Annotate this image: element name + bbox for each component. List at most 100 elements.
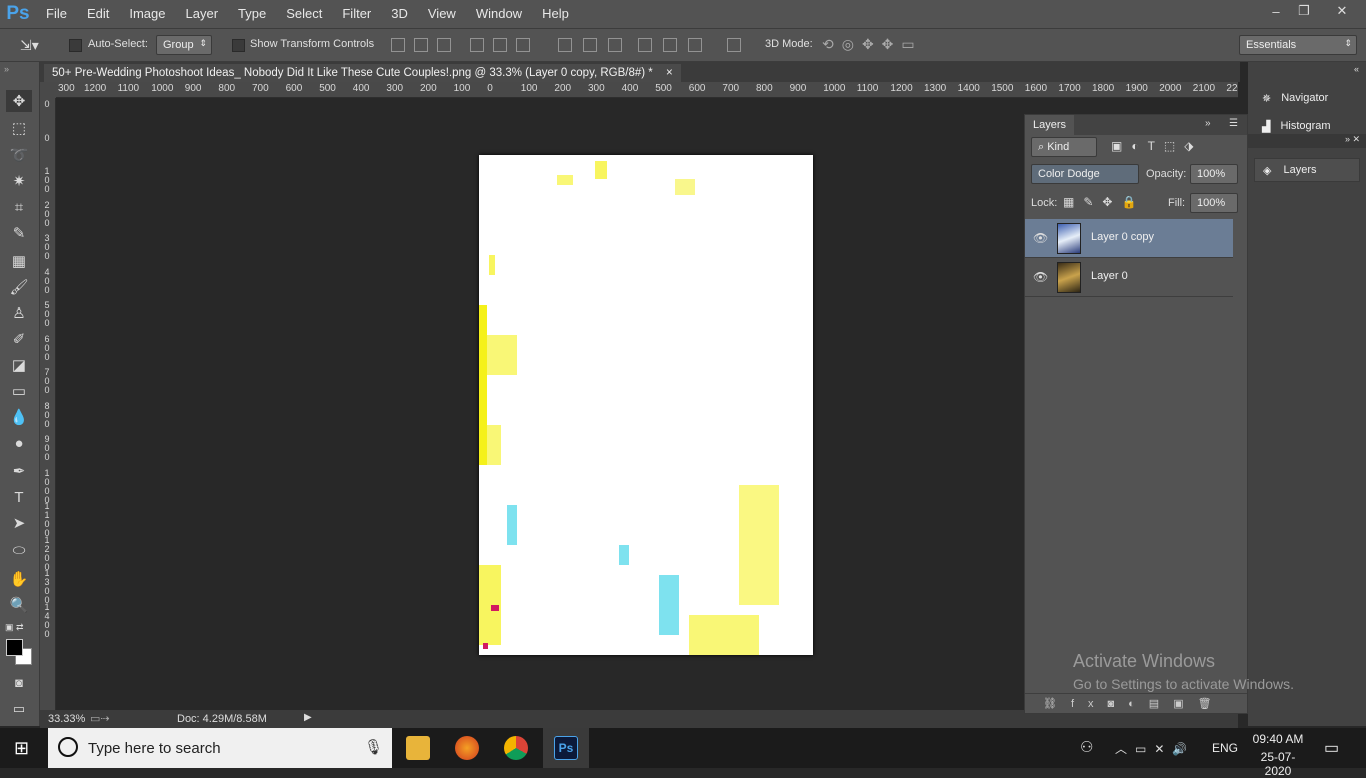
menu-image[interactable]: Image [119,0,175,28]
move-tool-preset-icon[interactable]: ⇲▾ [20,37,39,54]
menu-file[interactable]: File [36,0,77,28]
zoom-tool-icon[interactable]: 🔍 [6,594,32,616]
blend-mode-dropdown[interactable]: Color Dodge [1031,164,1139,184]
dodge-tool-icon[interactable]: ● [6,432,32,454]
align-top-icon[interactable] [391,38,405,52]
workspace-dropdown[interactable]: Essentials ⇕ [1239,35,1357,55]
auto-select-dropdown[interactable]: Group ⇕ [156,35,212,55]
visibility-eye-icon[interactable]: 👁 [1033,231,1048,245]
chrome-icon[interactable] [504,736,528,760]
align-right-icon[interactable] [516,38,530,52]
panel-menu-icon[interactable]: ☰ [1229,118,1238,129]
auto-select-checkbox[interactable] [69,39,82,52]
navigator-panel-button[interactable]: ✵ Navigator [1254,86,1360,110]
align-vcenter-icon[interactable] [414,38,428,52]
ruler-tick-label: 1000 [44,467,50,505]
collapse-toolbar-icon[interactable]: » [4,64,9,74]
menu-select[interactable]: Select [276,0,332,28]
menu-layer[interactable]: Layer [176,0,229,28]
distribute-hcenter-icon[interactable] [663,38,677,52]
menu-window[interactable]: Window [466,0,532,28]
zoom-level[interactable]: 33.33% [48,713,85,725]
layers-panel-button[interactable]: ◈ Layers [1254,158,1360,182]
filter-type-icons[interactable]: ▣◐T⬚⬗ [1111,139,1202,153]
crop-tool-icon[interactable]: ⌗ [6,196,32,218]
foreground-color-swatch[interactable] [6,639,23,656]
hand-tool-icon[interactable]: ✋ [6,568,32,590]
taskbar-search-box[interactable]: Type here to search 🎙 [48,728,392,768]
opacity-field[interactable]: 100% [1190,164,1238,184]
path-selection-icon[interactable]: ➤ [6,512,32,534]
windows-start-icon[interactable]: ⊞ [14,738,29,759]
lasso-tool-icon[interactable]: ➰ [6,144,32,166]
ellipse-tool-icon[interactable]: ⬭ [6,539,32,561]
file-explorer-icon[interactable] [406,736,430,760]
distribute-bottom-icon[interactable] [608,38,622,52]
default-colors-icon[interactable]: ▣ ⇄ [5,622,24,633]
brush-tool-icon[interactable]: 🖌 [6,276,32,298]
magic-wand-icon[interactable]: ✷ [6,170,32,192]
document-canvas[interactable] [479,155,813,655]
language-indicator[interactable]: ENG [1212,741,1238,755]
ruler-origin[interactable] [40,82,56,98]
show-transform-checkbox[interactable] [232,39,245,52]
menu-type[interactable]: Type [228,0,276,28]
distribute-top-icon[interactable] [558,38,572,52]
layers-dock-label: Layers [1283,164,1317,176]
microphone-icon[interactable]: 🎙 [364,738,383,756]
tray-icons[interactable]: ︿▭✕🔊 [1115,740,1195,757]
quick-mask-icon[interactable]: ◙ [6,671,32,693]
blur-tool-icon[interactable]: 💧 [6,406,32,428]
collapse-dock-icon[interactable]: « [1354,64,1359,74]
layers-stack-icon: ◈ [1263,164,1272,177]
gradient-tool-icon[interactable]: ▭ [6,380,32,402]
healing-brush-icon[interactable]: ▦ [6,250,32,272]
marquee-tool-icon[interactable]: ⬚ [6,117,32,139]
distribute-vcenter-icon[interactable] [583,38,597,52]
canvas-area[interactable] [56,98,1024,710]
notification-icon[interactable]: ▭ [1324,738,1339,758]
fill-field[interactable]: 100% [1190,193,1238,213]
type-tool-icon[interactable]: T [6,486,32,508]
menu-edit[interactable]: Edit [77,0,119,28]
status-menu-arrow-icon[interactable]: ▶ [304,712,312,723]
move-tool-icon[interactable]: ✥ [6,90,32,112]
close-tab-button[interactable]: × [666,67,673,79]
menu-3d[interactable]: 3D [381,0,418,28]
eraser-icon[interactable]: ◪ [6,354,32,376]
clock[interactable]: 09:40 AM 25-07-2020 [1252,732,1304,778]
filter-kind-dropdown[interactable]: ⌕ Kind [1031,137,1097,157]
menu-filter[interactable]: Filter [332,0,381,28]
horizontal-ruler[interactable]: 300 1200 1100 1000 900 800 700 600 500 400 300 200 1… [56,82,1238,98]
people-icon[interactable]: ⚇ [1080,738,1093,756]
collapse-panel-icon[interactable]: » [1205,118,1211,129]
visibility-eye-icon[interactable]: 👁 [1033,270,1048,284]
close-window-button[interactable]: ✕ [1322,0,1362,22]
clone-stamp-icon[interactable]: ♙ [6,302,32,324]
layer-actions-bar[interactable]: ⛓fx◙◐▤▣🗑 [1025,693,1247,713]
align-bottom-icon[interactable] [437,38,451,52]
lock-icons[interactable]: ▦✎✥🔒 [1063,195,1145,209]
auto-align-icon[interactable] [727,38,741,52]
menu-help[interactable]: Help [532,0,579,28]
3d-mode-icons[interactable]: ⟲◎✥✥▭ [822,36,923,53]
distribute-left-icon[interactable] [638,38,652,52]
layers-tab[interactable]: Layers [1025,115,1075,135]
menu-view[interactable]: View [418,0,466,28]
align-left-icon[interactable] [470,38,484,52]
eyedropper-icon[interactable]: ✎ [6,222,32,244]
firefox-icon[interactable] [455,736,479,760]
layer-row-layer-0[interactable]: 👁 Layer 0 [1025,258,1233,297]
pen-tool-icon[interactable]: ✒ [6,460,32,482]
distribute-right-icon[interactable] [688,38,702,52]
history-brush-icon[interactable]: ✐ [6,328,32,350]
status-options-icon[interactable]: ▭⇢ [90,712,110,725]
screen-mode-icon[interactable]: ▭ [6,698,32,720]
layer-row-layer-0-copy[interactable]: 👁 Layer 0 copy [1025,219,1233,258]
document-tab[interactable]: 50+ Pre-Wedding Photoshoot Ideas_ Nobody… [44,64,681,82]
minimize-button[interactable]: – [1262,0,1290,22]
align-hcenter-icon[interactable] [493,38,507,52]
photoshop-taskbar-icon[interactable]: Ps [554,736,578,760]
vertical-ruler[interactable]: 0 0 100 200 300 400 500 600 700 800 900 1000 1100 120… [40,98,56,710]
restore-button[interactable]: ❐ [1290,0,1318,22]
